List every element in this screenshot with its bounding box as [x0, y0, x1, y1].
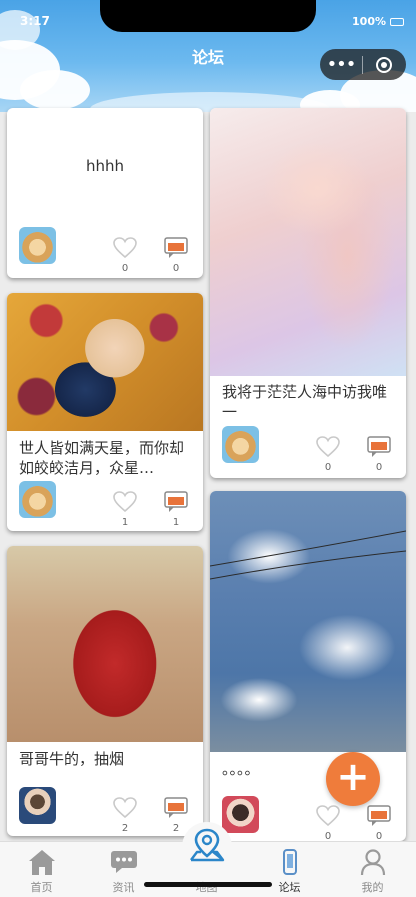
avatar[interactable] [222, 796, 259, 833]
avatar[interactable] [222, 426, 259, 463]
comment-icon [164, 491, 188, 512]
profile-icon [360, 849, 385, 876]
battery-icon [390, 17, 404, 26]
post-card[interactable]: 我将于茫茫人海中访我唯一 0 0 [210, 108, 406, 478]
avatar[interactable] [19, 227, 56, 264]
comment-count: 0 [375, 462, 383, 473]
avatar[interactable] [19, 481, 56, 518]
post-text: hhhh [85, 157, 125, 175]
heart-icon [113, 237, 137, 259]
comment-stat[interactable]: 2 [164, 797, 188, 834]
camera-notch [100, 0, 316, 32]
tab-label: 首页 [30, 881, 53, 894]
home-icon [28, 850, 55, 875]
post-card[interactable]: 世人皆如满天星，而你却如皎皎洁月，众星… 1 1 [7, 293, 203, 531]
new-post-button[interactable]: + [326, 752, 380, 806]
like-stat[interactable]: 2 [113, 797, 137, 834]
post-image[interactable] [210, 491, 406, 752]
header: 3:17 100% 论坛 ••• [0, 0, 416, 112]
like-count: 0 [324, 831, 332, 841]
post-text: 哥哥牛的，抽烟 [19, 750, 125, 768]
comment-count: 1 [172, 517, 180, 528]
like-count: 1 [121, 517, 129, 528]
comment-count: 0 [172, 263, 180, 274]
close-miniprogram-button[interactable] [363, 56, 405, 73]
post-card[interactable]: hhhh 0 0 [7, 108, 203, 278]
heart-icon [113, 491, 137, 513]
tab-forum[interactable]: 论坛 [248, 842, 331, 897]
post-card[interactable]: 哥哥牛的，抽烟 2 2 [7, 546, 203, 836]
home-indicator [144, 882, 272, 887]
target-icon [376, 56, 392, 73]
status-time: 3:17 [20, 14, 50, 28]
comment-count: 0 [375, 831, 383, 841]
like-count: 0 [324, 462, 332, 473]
comment-icon [164, 237, 188, 258]
comment-icon [164, 797, 188, 818]
comment-stat[interactable]: 0 [164, 237, 188, 274]
comment-count: 2 [172, 823, 180, 834]
comment-stat[interactable]: 0 [367, 805, 391, 841]
like-count: 2 [121, 823, 129, 834]
post-image[interactable] [7, 293, 203, 431]
heart-icon [113, 797, 137, 819]
like-stat[interactable]: 0 [113, 237, 137, 274]
heart-icon [316, 805, 340, 827]
miniprogram-capsule: ••• [320, 49, 406, 80]
status-battery: 100% [352, 15, 404, 28]
tab-label: 我的 [361, 881, 384, 894]
post-image[interactable] [7, 546, 203, 742]
post-text: 世人皆如满天星，而你却如皎皎洁月，众星… [19, 439, 185, 477]
map-icon [190, 828, 225, 862]
post-text: 我将于茫茫人海中访我唯一 [222, 383, 388, 421]
tab-news[interactable]: 资讯 [82, 842, 165, 897]
comment-icon [367, 805, 391, 826]
like-stat[interactable]: 0 [316, 436, 340, 473]
comment-stat[interactable]: 0 [367, 436, 391, 473]
like-stat[interactable]: 1 [113, 491, 137, 528]
like-stat[interactable]: 0 [316, 805, 340, 841]
tab-home[interactable]: 首页 [0, 842, 83, 897]
map-bubble[interactable] [182, 822, 232, 872]
news-icon [110, 851, 137, 873]
avatar[interactable] [19, 787, 56, 824]
forum-icon [282, 849, 297, 875]
post-image[interactable] [210, 108, 406, 376]
more-menu-button[interactable]: ••• [320, 49, 362, 80]
battery-text: 100% [352, 15, 386, 28]
like-count: 0 [121, 263, 129, 274]
tab-profile[interactable]: 我的 [331, 842, 414, 897]
power-lines [210, 530, 406, 580]
plus-icon: + [336, 754, 370, 800]
comment-stat[interactable]: 1 [164, 491, 188, 528]
comment-icon [367, 436, 391, 457]
heart-icon [316, 436, 340, 458]
